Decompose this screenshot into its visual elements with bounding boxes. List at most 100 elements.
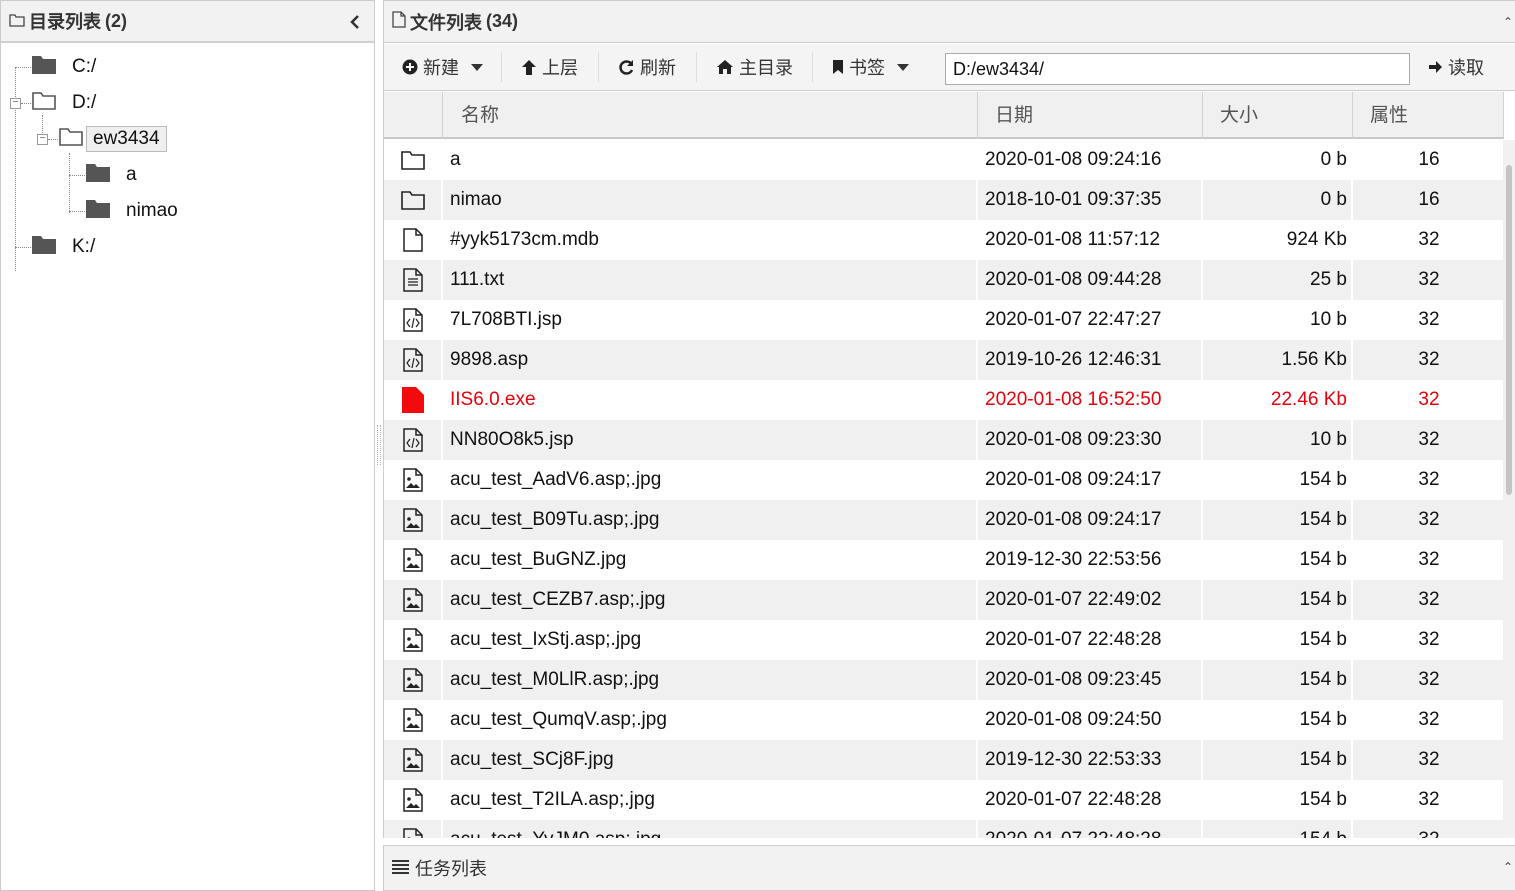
file-name[interactable]: #yyk5173cm.mdb: [450, 220, 970, 260]
chevron-down-icon: [471, 63, 483, 71]
table-row[interactable]: NN80O8k5.jsp 2020-01-08 09:23:30 10 b 32: [384, 420, 1504, 460]
table-row[interactable]: acu_test_B09Tu.asp;.jpg 2020-01-08 09:24:…: [384, 500, 1504, 540]
file-attributes: 32: [1418, 669, 1440, 690]
expand-corner-icon[interactable]: ⌃: [1503, 15, 1513, 29]
collapse-ew3434-toggle[interactable]: −: [37, 134, 48, 145]
code-file-icon: [384, 420, 442, 460]
file-name[interactable]: acu_test_T2ILA.asp;.jpg: [450, 780, 970, 820]
file-date: 2020-01-07 22:49:02: [985, 589, 1162, 610]
tree-item-c-drive[interactable]: C:/: [32, 54, 102, 80]
table-row[interactable]: acu_test_AadV6.asp;.jpg 2020-01-08 09:24:…: [384, 460, 1504, 500]
folder-outline-icon: [9, 11, 25, 32]
table-row[interactable]: acu_test_BuGNZ.jpg 2019-12-30 22:53:56 154…: [384, 540, 1504, 580]
file-size: 10 b: [1310, 429, 1347, 450]
file-name[interactable]: IIS6.0.exe: [450, 380, 970, 420]
file-name[interactable]: NN80O8k5.jsp: [450, 420, 970, 460]
table-row[interactable]: acu_test_M0LlR.asp;.jpg 2020-01-08 09:23:…: [384, 660, 1504, 700]
table-row[interactable]: acu_test_IxStj.asp;.jpg 2020-01-07 22:48:…: [384, 620, 1504, 660]
icon-column-header: [384, 92, 443, 139]
tree-item-label: D:/: [72, 92, 97, 113]
file-date: 2020-01-07 22:48:28: [985, 820, 1195, 838]
file-name[interactable]: acu_test_IxStj.asp;.jpg: [450, 620, 970, 660]
code-file-icon: [384, 300, 442, 340]
directory-count: (2): [105, 10, 127, 31]
file-name[interactable]: 7L708BTI.jsp: [450, 300, 970, 340]
column-attributes[interactable]: 属性: [1353, 92, 1504, 139]
read-path-button[interactable]: 读取: [1427, 52, 1484, 82]
file-attributes: 32: [1418, 349, 1440, 370]
code-file-icon: [384, 340, 442, 380]
table-row[interactable]: acu_test_QumqV.asp;.jpg 2020-01-08 09:24:…: [384, 700, 1504, 740]
file-name[interactable]: acu_test_AadV6.asp;.jpg: [450, 460, 970, 500]
table-row[interactable]: 111.txt 2020-01-08 09:44:28 25 b 32: [384, 260, 1504, 300]
table-row[interactable]: 7L708BTI.jsp 2020-01-07 22:47:27 10 b 32: [384, 300, 1504, 340]
file-date: 2020-01-08 09:24:16: [985, 149, 1162, 170]
file-size: 0 b: [1320, 189, 1347, 210]
refresh-button[interactable]: 刷新: [618, 52, 676, 82]
parent-dir-button[interactable]: 上层: [521, 52, 578, 82]
file-name[interactable]: a: [450, 140, 970, 180]
column-name[interactable]: 名称: [443, 92, 978, 139]
tree-item-ew3434[interactable]: ew3434: [59, 126, 167, 152]
plus-circle-icon: [402, 59, 418, 75]
file-name[interactable]: acu_test_SCj8F.jpg: [450, 740, 970, 780]
table-row[interactable]: IIS6.0.exe 2020-01-08 16:52:50 22.46 Kb 32: [384, 380, 1504, 420]
file-size: 154 b: [1299, 749, 1347, 770]
file-name[interactable]: acu_test_YvJM0.asp;.jpg: [450, 820, 970, 838]
path-input[interactable]: [945, 53, 1410, 85]
file-name[interactable]: acu_test_M0LlR.asp;.jpg: [450, 660, 970, 700]
file-panel: 文件列表 (34) ⌃ 新建 上层 刷新 主目录 书签 D:/ew3434/ 读…: [383, 0, 1515, 838]
column-size[interactable]: 大小: [1203, 92, 1353, 139]
image-file-icon: [384, 740, 442, 780]
file-panel-title: 文件列表: [410, 12, 482, 33]
table-row[interactable]: acu_test_T2ILA.asp;.jpg 2020-01-07 22:48:…: [384, 780, 1504, 820]
tree-item-nimao[interactable]: nimao: [86, 198, 184, 224]
file-attributes: 32: [1418, 789, 1440, 810]
file-table-body: a 2020-01-08 09:24:16 0 b 16 nimao 2018-10-01…: [384, 140, 1504, 838]
file-attributes: 32: [1418, 709, 1440, 730]
panel-resize-handle[interactable]: [377, 425, 381, 465]
table-row[interactable]: acu_test_YvJM0.asp;.jpg 2020-01-07 22:48:…: [384, 820, 1504, 838]
home-icon: [716, 59, 734, 75]
home-dir-button[interactable]: 主目录: [716, 52, 793, 82]
file-name[interactable]: nimao: [450, 180, 970, 220]
tree-item-a[interactable]: a: [86, 162, 143, 188]
table-row[interactable]: acu_test_CEZB7.asp;.jpg 2020-01-07 22:49:…: [384, 580, 1504, 620]
file-attributes: 32: [1418, 469, 1440, 490]
bookmark-button[interactable]: 书签: [832, 52, 909, 82]
collapse-panel-icon[interactable]: [348, 13, 362, 31]
table-row[interactable]: a 2020-01-08 09:24:16 0 b 16: [384, 140, 1504, 180]
arrow-right-icon: [1427, 59, 1443, 75]
file-outline-icon: [392, 10, 406, 33]
image-file-icon: [384, 820, 442, 838]
tree-item-d-drive[interactable]: D:/: [32, 90, 102, 116]
file-list-scrollbar[interactable]: [1503, 140, 1515, 838]
file-attributes: 32: [1354, 820, 1504, 838]
file-name[interactable]: acu_test_QumqV.asp;.jpg: [450, 700, 970, 740]
file-date: 2020-01-08 16:52:50: [985, 389, 1162, 410]
table-row[interactable]: nimao 2018-10-01 09:37:35 0 b 16: [384, 180, 1504, 220]
file-name[interactable]: acu_test_B09Tu.asp;.jpg: [450, 500, 970, 540]
collapse-d-drive-toggle[interactable]: −: [10, 98, 21, 109]
table-row[interactable]: 9898.asp 2019-10-26 12:46:31 1.56 Kb 32: [384, 340, 1504, 380]
tree-item-k-drive[interactable]: K:/: [32, 234, 101, 260]
file-date: 2020-01-07 22:47:27: [985, 309, 1162, 330]
file-attributes: 32: [1418, 229, 1440, 250]
file-name[interactable]: 111.txt: [450, 260, 970, 300]
scrollbar-thumb[interactable]: [1506, 165, 1512, 495]
bookmark-label: 书签: [849, 58, 885, 78]
task-panel-title: 任务列表: [415, 859, 487, 879]
file-size: 154 b: [1299, 469, 1347, 490]
file-size: 1.56 Kb: [1281, 349, 1348, 370]
file-name[interactable]: acu_test_CEZB7.asp;.jpg: [450, 580, 970, 620]
file-size: 154 b: [1299, 669, 1347, 690]
column-date[interactable]: 日期: [978, 92, 1203, 139]
new-button[interactable]: 新建: [402, 52, 483, 82]
file-name[interactable]: 9898.asp: [450, 340, 970, 380]
expand-corner-icon[interactable]: ⌃: [1503, 860, 1513, 874]
table-row[interactable]: acu_test_SCj8F.jpg 2019-12-30 22:53:33 154…: [384, 740, 1504, 780]
file-name[interactable]: acu_test_BuGNZ.jpg: [450, 540, 970, 580]
image-file-icon: [384, 540, 442, 580]
table-row[interactable]: #yyk5173cm.mdb 2020-01-08 11:57:12 924 Kb 3…: [384, 220, 1504, 260]
file-attributes: 16: [1418, 189, 1440, 210]
